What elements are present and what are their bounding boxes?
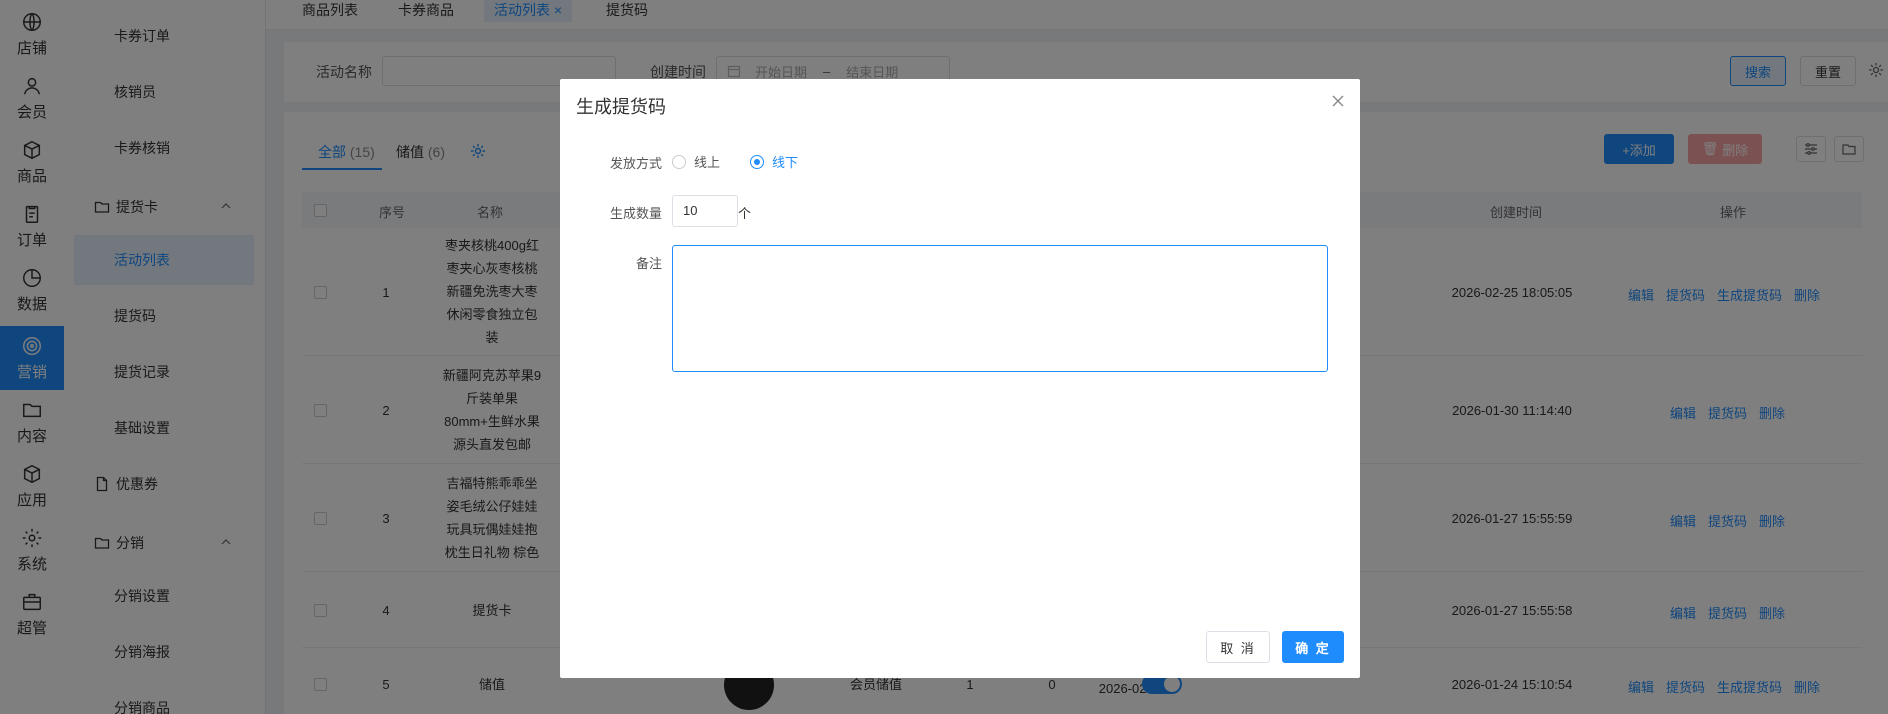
remark-textarea[interactable] (672, 245, 1328, 372)
radio-offline-label: 线下 (772, 155, 799, 170)
count-unit: 个 (738, 206, 752, 221)
dialog-title: 生成提货码 (576, 97, 666, 117)
radio-dot (750, 154, 764, 169)
confirm-button[interactable]: 确 定 (1282, 631, 1344, 663)
close-icon[interactable] (1330, 93, 1346, 109)
generate-code-dialog: 生成提货码 发放方式 线上 线下 生成数量 10 个 备注 取 消 确 定 (560, 79, 1360, 678)
radio-dot (672, 154, 686, 169)
radio-online-label: 线上 (694, 155, 721, 170)
cancel-button[interactable]: 取 消 (1206, 631, 1270, 663)
method-label: 发放方式 (609, 156, 662, 171)
radio-online[interactable]: 线上 (672, 152, 720, 171)
count-input[interactable]: 10 (672, 195, 738, 227)
remark-label: 备注 (635, 256, 662, 271)
count-label: 生成数量 (609, 206, 662, 221)
radio-offline[interactable]: 线下 (750, 152, 798, 171)
